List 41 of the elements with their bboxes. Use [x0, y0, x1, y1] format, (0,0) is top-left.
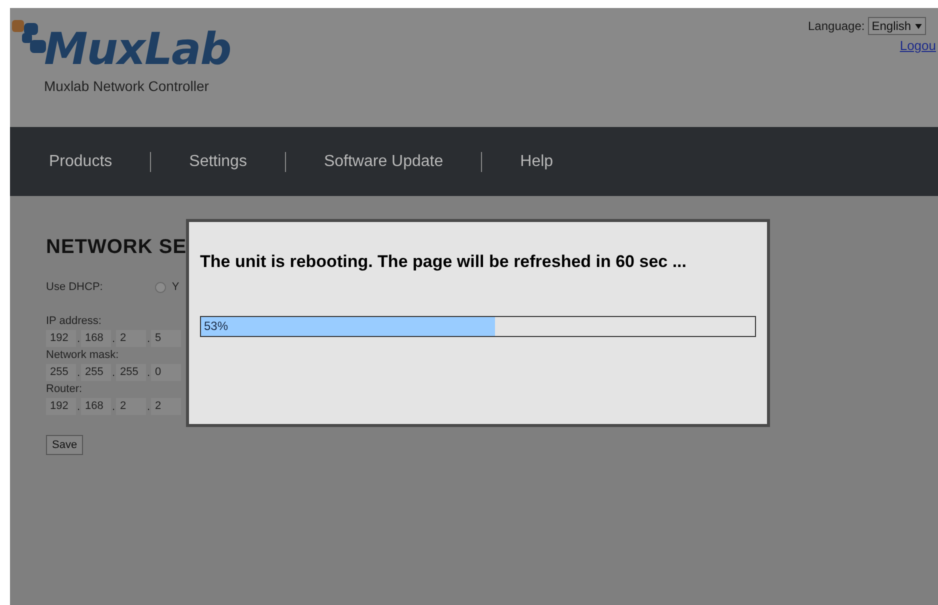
field-label: Network mask:	[46, 349, 119, 361]
octet-separator: .	[146, 366, 151, 378]
field-label: Router:	[46, 383, 82, 395]
progress-text: 53%	[204, 319, 228, 333]
language-select[interactable]: English	[868, 17, 926, 35]
nav-item[interactable]: Help	[520, 152, 554, 170]
octet-separator: .	[111, 332, 116, 344]
field-label: IP address:	[46, 315, 102, 327]
octet-field[interactable]: 192	[46, 330, 76, 347]
octet-field[interactable]: 2	[151, 398, 181, 415]
octet-separator: .	[111, 366, 116, 378]
octet-separator: .	[76, 332, 81, 344]
octet-separator: .	[76, 400, 81, 412]
octet-field[interactable]: 2	[116, 330, 146, 347]
radio-label: Y	[172, 281, 180, 293]
radio-button[interactable]	[154, 282, 166, 292]
octet-separator: .	[146, 400, 151, 412]
octet-field[interactable]: 168	[81, 398, 111, 415]
octet-field[interactable]: 255	[81, 364, 111, 381]
octet-field[interactable]: 255	[46, 364, 76, 381]
caret-icon	[915, 24, 922, 28]
app-subtitle: Muxlab Network Controller	[44, 78, 210, 94]
octet-field[interactable]: 0	[151, 364, 181, 381]
octet-field[interactable]: 168	[81, 330, 111, 347]
logout-link[interactable]: Logou	[900, 38, 936, 53]
nav-item[interactable]: Settings	[189, 152, 247, 170]
octet-field[interactable]: 5	[151, 330, 181, 347]
nav-item[interactable]: Products	[49, 152, 112, 170]
dialog-message: The unit is rebooting. The page will be refreshed in 60 sec ...	[200, 252, 688, 272]
octet-field[interactable]: 2	[116, 398, 146, 415]
section-title: NETWORK SE	[46, 236, 188, 259]
dhcp-label: Use DHCP:	[46, 281, 103, 293]
octet-separator: .	[146, 332, 151, 344]
language-label: Language:	[808, 19, 865, 33]
logo[interactable]: MuxLab	[44, 26, 231, 74]
nav-item[interactable]: Software Update	[324, 152, 444, 170]
octet-field[interactable]: 192	[46, 398, 76, 415]
save-button[interactable]: Save	[46, 435, 84, 455]
octet-separator: .	[76, 366, 81, 378]
octet-separator: .	[111, 400, 116, 412]
octet-field[interactable]: 255	[116, 364, 146, 381]
